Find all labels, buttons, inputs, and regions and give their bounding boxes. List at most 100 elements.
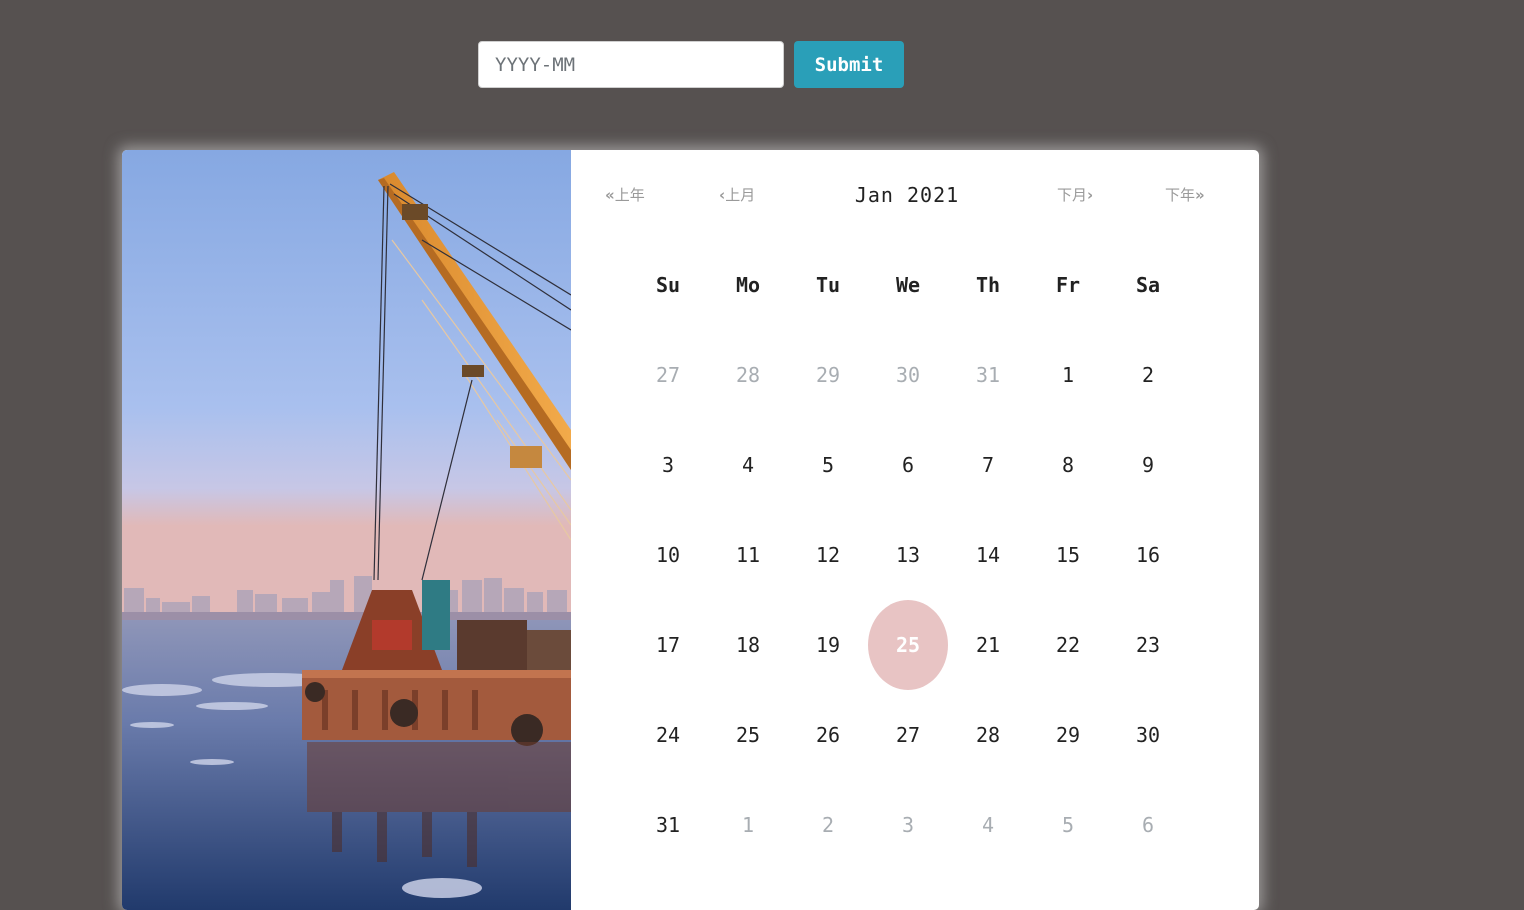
calendar-grid: Su Mo Tu We Th Fr Sa 27 28 29 30 31 1 2 3 4 5 6 7 8 9…: [628, 240, 1188, 870]
day-cell[interactable]: 2: [1108, 330, 1188, 420]
day-cell[interactable]: 5: [788, 420, 868, 510]
day-cell-outside-month[interactable]: 3: [868, 780, 948, 870]
day-cell[interactable]: 24: [628, 690, 708, 780]
day-number: 29: [1055, 723, 1081, 747]
day-number: 1: [1061, 363, 1075, 387]
calendar-card: «上年 ‹上月 Jan 2021 下月› 下年» Su Mo Tu We Th …: [122, 150, 1259, 910]
next-month-button[interactable]: 下月›: [1057, 180, 1093, 210]
submit-button[interactable]: Submit: [794, 41, 904, 88]
week-row: 31 1 2 3 4 5 6: [628, 780, 1188, 870]
day-cell-outside-month[interactable]: 6: [1108, 780, 1188, 870]
day-number: 30: [895, 363, 921, 387]
month-input[interactable]: [478, 41, 784, 88]
day-number: 12: [815, 543, 841, 567]
day-number: 30: [1135, 723, 1161, 747]
day-cell[interactable]: 3: [628, 420, 708, 510]
day-cell[interactable]: 27: [868, 690, 948, 780]
day-cell[interactable]: 31: [628, 780, 708, 870]
day-number: 2: [821, 813, 835, 837]
day-number: 29: [815, 363, 841, 387]
day-cell[interactable]: 4: [708, 420, 788, 510]
day-number: 11: [735, 543, 761, 567]
week-row: 3 4 5 6 7 8 9: [628, 420, 1188, 510]
day-number: 7: [981, 453, 995, 477]
day-cell[interactable]: 14: [948, 510, 1028, 600]
day-number: 6: [1141, 813, 1155, 837]
week-row: 17 18 19 25 21 22 23: [628, 600, 1188, 690]
harbor-photo: [122, 150, 571, 910]
day-number: 14: [975, 543, 1001, 567]
day-cell[interactable]: 29: [1028, 690, 1108, 780]
day-number: 31: [655, 813, 681, 837]
next-month-label: 下月: [1057, 186, 1088, 204]
day-cell[interactable]: 21: [948, 600, 1028, 690]
month-title: Jan 2021: [854, 183, 960, 207]
next-year-label: 下年: [1165, 186, 1196, 204]
day-cell-outside-month[interactable]: 5: [1028, 780, 1108, 870]
day-number: 5: [821, 453, 835, 477]
day-number: 28: [975, 723, 1001, 747]
day-cell[interactable]: 10: [628, 510, 708, 600]
chevron-right-icon: ›: [1087, 186, 1094, 204]
day-cell[interactable]: 7: [948, 420, 1028, 510]
day-cell[interactable]: 12: [788, 510, 868, 600]
day-cell-outside-month[interactable]: 4: [948, 780, 1028, 870]
day-cell-outside-month[interactable]: 2: [788, 780, 868, 870]
day-number: 4: [741, 453, 755, 477]
day-cell[interactable]: 26: [788, 690, 868, 780]
day-cell[interactable]: 17: [628, 600, 708, 690]
day-cell[interactable]: 11: [708, 510, 788, 600]
day-number: 21: [975, 633, 1001, 657]
day-number: 15: [1055, 543, 1081, 567]
day-cell[interactable]: 30: [1108, 690, 1188, 780]
weekday-label: Tu: [815, 273, 841, 297]
day-cell-outside-month[interactable]: 29: [788, 330, 868, 420]
day-cell[interactable]: 16: [1108, 510, 1188, 600]
day-cell[interactable]: 18: [708, 600, 788, 690]
day-cell[interactable]: 15: [1028, 510, 1108, 600]
day-number: 6: [901, 453, 915, 477]
day-cell-selected[interactable]: 25: [868, 600, 948, 690]
day-number: 22: [1055, 633, 1081, 657]
day-number: 23: [1135, 633, 1161, 657]
day-cell[interactable]: 22: [1028, 600, 1108, 690]
next-year-button[interactable]: 下年»: [1165, 180, 1205, 210]
day-number: 10: [655, 543, 681, 567]
day-number: 5: [1061, 813, 1075, 837]
day-number: 25: [868, 600, 948, 690]
calendar-panel: «上年 ‹上月 Jan 2021 下月› 下年» Su Mo Tu We Th …: [571, 150, 1259, 910]
day-number: 4: [981, 813, 995, 837]
weekday-label: Mo: [735, 273, 761, 297]
weekday-header: Su Mo Tu We Th Fr Sa: [628, 240, 1188, 330]
day-cell[interactable]: 6: [868, 420, 948, 510]
day-number: 8: [1061, 453, 1075, 477]
day-number: 3: [661, 453, 675, 477]
day-number: 2: [1141, 363, 1155, 387]
day-cell[interactable]: 25: [708, 690, 788, 780]
day-cell[interactable]: 28: [948, 690, 1028, 780]
day-cell[interactable]: 8: [1028, 420, 1108, 510]
day-cell[interactable]: 1: [1028, 330, 1108, 420]
day-number: 24: [655, 723, 681, 747]
day-number: 18: [735, 633, 761, 657]
week-row: 24 25 26 27 28 29 30: [628, 690, 1188, 780]
days-body: 27 28 29 30 31 1 2 3 4 5 6 7 8 9 10 11 12 13 14 15 16 17 18 19 2…: [628, 330, 1188, 870]
day-number: 3: [901, 813, 915, 837]
day-cell-outside-month[interactable]: 1: [708, 780, 788, 870]
day-number: 19: [815, 633, 841, 657]
day-cell[interactable]: 9: [1108, 420, 1188, 510]
day-cell-outside-month[interactable]: 30: [868, 330, 948, 420]
day-number: 28: [735, 363, 761, 387]
day-number: 16: [1135, 543, 1161, 567]
day-cell-outside-month[interactable]: 28: [708, 330, 788, 420]
calendar-nav: «上年 ‹上月 Jan 2021 下月› 下年»: [571, 180, 1259, 210]
day-cell[interactable]: 23: [1108, 600, 1188, 690]
day-number: 27: [655, 363, 681, 387]
day-cell-outside-month[interactable]: 27: [628, 330, 708, 420]
day-cell[interactable]: 19: [788, 600, 868, 690]
day-cell-outside-month[interactable]: 31: [948, 330, 1028, 420]
day-number: 25: [735, 723, 761, 747]
week-row: 10 11 12 13 14 15 16: [628, 510, 1188, 600]
day-cell[interactable]: 13: [868, 510, 948, 600]
weekday-label: Th: [975, 273, 1001, 297]
